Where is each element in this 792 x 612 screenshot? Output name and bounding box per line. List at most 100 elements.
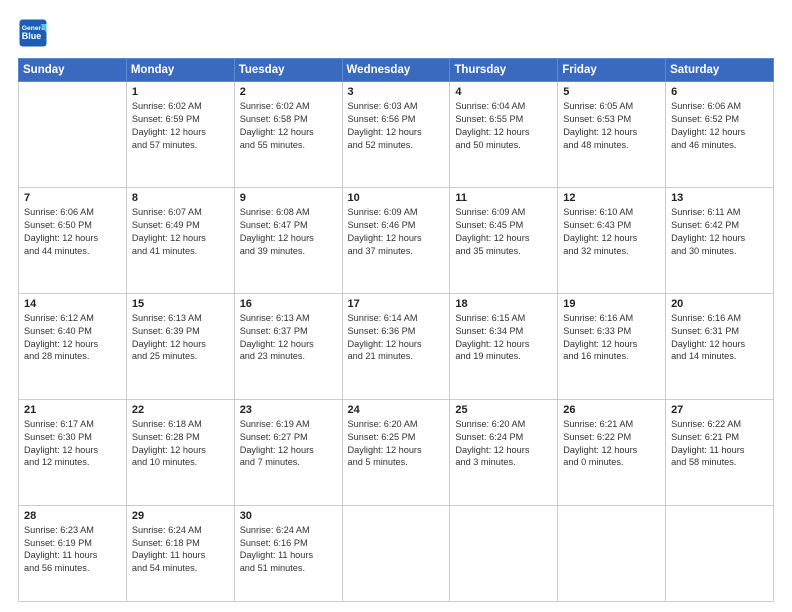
day-info: Sunrise: 6:23 AM Sunset: 6:19 PM Dayligh…: [24, 524, 121, 576]
day-number: 16: [240, 298, 337, 310]
day-info: Sunrise: 6:10 AM Sunset: 6:43 PM Dayligh…: [563, 206, 660, 258]
calendar-cell: 27 Sunrise: 6:22 AM Sunset: 6:21 PM Dayli…: [666, 399, 774, 505]
day-info: Sunrise: 6:24 AM Sunset: 6:18 PM Dayligh…: [132, 524, 229, 576]
day-number: 8: [132, 192, 229, 204]
day-number: 17: [348, 298, 445, 310]
col-header-wednesday: Wednesday: [342, 59, 450, 82]
day-info: Sunrise: 6:13 AM Sunset: 6:39 PM Dayligh…: [132, 312, 229, 364]
day-info: Sunrise: 6:14 AM Sunset: 6:36 PM Dayligh…: [348, 312, 445, 364]
calendar-row-3: 21Sunrise: 6:17 AM Sunset: 6:30 PM Dayli…: [19, 399, 774, 505]
day-number: 30: [240, 510, 337, 522]
day-number: 13: [671, 192, 768, 204]
calendar-cell: 19 Sunrise: 6:16 AM Sunset: 6:33 PM Dayli…: [558, 293, 666, 399]
day-number: 12: [563, 192, 660, 204]
calendar-table: SundayMondayTuesdayWednesdayThursdayFrid…: [18, 58, 774, 602]
col-header-friday: Friday: [558, 59, 666, 82]
calendar-cell: 25 Sunrise: 6:20 AM Sunset: 6:24 PM Dayli…: [450, 399, 558, 505]
calendar-cell: 8 Sunrise: 6:07 AM Sunset: 6:49 PM Daylig…: [126, 187, 234, 293]
day-info: Sunrise: 6:20 AM Sunset: 6:25 PM Dayligh…: [348, 418, 445, 470]
calendar-cell: [19, 82, 127, 188]
calendar-cell: 30 Sunrise: 6:24 AM Sunset: 6:16 PM Dayli…: [234, 505, 342, 601]
day-info: Sunrise: 6:16 AM Sunset: 6:31 PM Dayligh…: [671, 312, 768, 364]
logo-icon: General Blue: [18, 18, 48, 48]
col-header-saturday: Saturday: [666, 59, 774, 82]
day-number: 2: [240, 86, 337, 98]
calendar-cell: 21Sunrise: 6:17 AM Sunset: 6:30 PM Dayli…: [19, 399, 127, 505]
day-number: 22: [132, 404, 229, 416]
calendar-cell: [342, 505, 450, 601]
day-info: Sunrise: 6:22 AM Sunset: 6:21 PM Dayligh…: [671, 418, 768, 470]
day-number: 6: [671, 86, 768, 98]
day-info: Sunrise: 6:13 AM Sunset: 6:37 PM Dayligh…: [240, 312, 337, 364]
calendar-cell: 13 Sunrise: 6:11 AM Sunset: 6:42 PM Dayli…: [666, 187, 774, 293]
day-number: 7: [24, 192, 121, 204]
calendar-cell: 24Sunrise: 6:20 AM Sunset: 6:25 PM Dayli…: [342, 399, 450, 505]
calendar-cell: [450, 505, 558, 601]
day-number: 25: [455, 404, 552, 416]
calendar-row-1: 7 Sunrise: 6:06 AM Sunset: 6:50 PM Daylig…: [19, 187, 774, 293]
day-number: 9: [240, 192, 337, 204]
day-number: 11: [455, 192, 552, 204]
calendar-cell: 20 Sunrise: 6:16 AM Sunset: 6:31 PM Dayli…: [666, 293, 774, 399]
day-info: Sunrise: 6:07 AM Sunset: 6:49 PM Dayligh…: [132, 206, 229, 258]
day-number: 4: [455, 86, 552, 98]
col-header-monday: Monday: [126, 59, 234, 82]
day-info: Sunrise: 6:12 AM Sunset: 6:40 PM Dayligh…: [24, 312, 121, 364]
day-info: Sunrise: 6:02 AM Sunset: 6:58 PM Dayligh…: [240, 100, 337, 152]
calendar-cell: [666, 505, 774, 601]
calendar-cell: 28 Sunrise: 6:23 AM Sunset: 6:19 PM Dayli…: [19, 505, 127, 601]
calendar-cell: 17 Sunrise: 6:14 AM Sunset: 6:36 PM Dayli…: [342, 293, 450, 399]
day-number: 29: [132, 510, 229, 522]
logo: General Blue: [18, 18, 52, 48]
calendar-cell: 4 Sunrise: 6:04 AM Sunset: 6:55 PM Daylig…: [450, 82, 558, 188]
day-info: Sunrise: 6:06 AM Sunset: 6:52 PM Dayligh…: [671, 100, 768, 152]
calendar-cell: 6 Sunrise: 6:06 AM Sunset: 6:52 PM Daylig…: [666, 82, 774, 188]
day-number: 3: [348, 86, 445, 98]
calendar-row-4: 28 Sunrise: 6:23 AM Sunset: 6:19 PM Dayli…: [19, 505, 774, 601]
day-number: 19: [563, 298, 660, 310]
calendar-cell: [558, 505, 666, 601]
calendar-header-row: SundayMondayTuesdayWednesdayThursdayFrid…: [19, 59, 774, 82]
day-info: Sunrise: 6:15 AM Sunset: 6:34 PM Dayligh…: [455, 312, 552, 364]
day-info: Sunrise: 6:11 AM Sunset: 6:42 PM Dayligh…: [671, 206, 768, 258]
day-info: Sunrise: 6:03 AM Sunset: 6:56 PM Dayligh…: [348, 100, 445, 152]
col-header-sunday: Sunday: [19, 59, 127, 82]
col-header-tuesday: Tuesday: [234, 59, 342, 82]
day-info: Sunrise: 6:09 AM Sunset: 6:45 PM Dayligh…: [455, 206, 552, 258]
day-info: Sunrise: 6:24 AM Sunset: 6:16 PM Dayligh…: [240, 524, 337, 576]
day-info: Sunrise: 6:16 AM Sunset: 6:33 PM Dayligh…: [563, 312, 660, 364]
calendar-cell: 29 Sunrise: 6:24 AM Sunset: 6:18 PM Dayli…: [126, 505, 234, 601]
calendar-cell: 15Sunrise: 6:13 AM Sunset: 6:39 PM Dayli…: [126, 293, 234, 399]
calendar-cell: 5Sunrise: 6:05 AM Sunset: 6:53 PM Daylig…: [558, 82, 666, 188]
calendar-cell: 1Sunrise: 6:02 AM Sunset: 6:59 PM Daylig…: [126, 82, 234, 188]
calendar-row-0: 1Sunrise: 6:02 AM Sunset: 6:59 PM Daylig…: [19, 82, 774, 188]
calendar-cell: 18 Sunrise: 6:15 AM Sunset: 6:34 PM Dayli…: [450, 293, 558, 399]
day-info: Sunrise: 6:04 AM Sunset: 6:55 PM Dayligh…: [455, 100, 552, 152]
day-info: Sunrise: 6:06 AM Sunset: 6:50 PM Dayligh…: [24, 206, 121, 258]
day-info: Sunrise: 6:20 AM Sunset: 6:24 PM Dayligh…: [455, 418, 552, 470]
day-number: 18: [455, 298, 552, 310]
day-number: 23: [240, 404, 337, 416]
calendar-cell: 22 Sunrise: 6:18 AM Sunset: 6:28 PM Dayli…: [126, 399, 234, 505]
calendar-cell: 12 Sunrise: 6:10 AM Sunset: 6:43 PM Dayli…: [558, 187, 666, 293]
svg-text:Blue: Blue: [22, 31, 42, 41]
day-info: Sunrise: 6:21 AM Sunset: 6:22 PM Dayligh…: [563, 418, 660, 470]
calendar-cell: 16 Sunrise: 6:13 AM Sunset: 6:37 PM Dayli…: [234, 293, 342, 399]
day-number: 20: [671, 298, 768, 310]
calendar-cell: 10Sunrise: 6:09 AM Sunset: 6:46 PM Dayli…: [342, 187, 450, 293]
calendar-row-2: 14Sunrise: 6:12 AM Sunset: 6:40 PM Dayli…: [19, 293, 774, 399]
day-info: Sunrise: 6:09 AM Sunset: 6:46 PM Dayligh…: [348, 206, 445, 258]
day-number: 27: [671, 404, 768, 416]
day-number: 28: [24, 510, 121, 522]
calendar-cell: 14Sunrise: 6:12 AM Sunset: 6:40 PM Dayli…: [19, 293, 127, 399]
page: General Blue SundayMondayTuesdayWednesda…: [0, 0, 792, 612]
day-info: Sunrise: 6:17 AM Sunset: 6:30 PM Dayligh…: [24, 418, 121, 470]
calendar-cell: 26Sunrise: 6:21 AM Sunset: 6:22 PM Dayli…: [558, 399, 666, 505]
day-info: Sunrise: 6:19 AM Sunset: 6:27 PM Dayligh…: [240, 418, 337, 470]
col-header-thursday: Thursday: [450, 59, 558, 82]
day-info: Sunrise: 6:05 AM Sunset: 6:53 PM Dayligh…: [563, 100, 660, 152]
day-info: Sunrise: 6:08 AM Sunset: 6:47 PM Dayligh…: [240, 206, 337, 258]
day-number: 1: [132, 86, 229, 98]
header: General Blue: [18, 18, 774, 48]
day-info: Sunrise: 6:18 AM Sunset: 6:28 PM Dayligh…: [132, 418, 229, 470]
